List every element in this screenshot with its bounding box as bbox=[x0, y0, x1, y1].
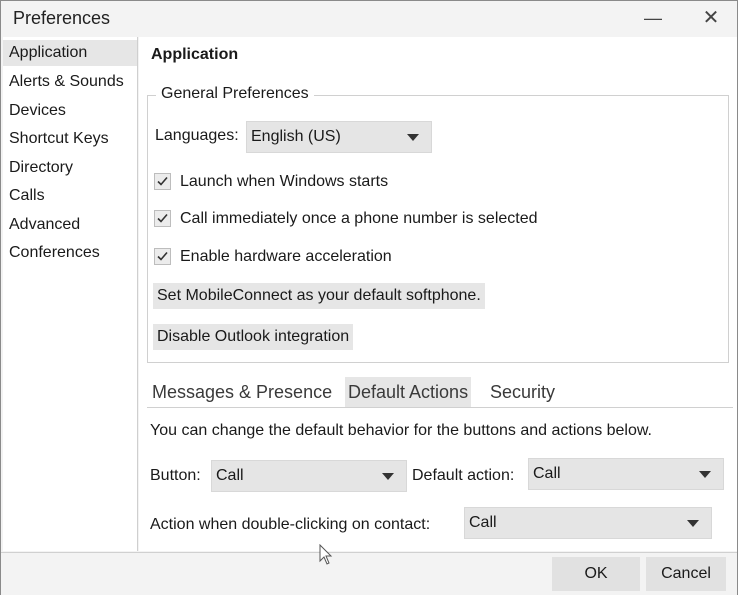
sidebar-item-directory[interactable]: Directory bbox=[3, 155, 137, 181]
settings-tabs: Messages & Presence Default Actions Secu… bbox=[147, 377, 733, 408]
page-title: Application bbox=[151, 46, 239, 63]
dialog-footer: OK Cancel bbox=[1, 552, 737, 595]
default-action-value: Call bbox=[533, 465, 561, 482]
chevron-down-icon bbox=[687, 520, 699, 527]
check-icon bbox=[157, 176, 168, 186]
checkbox-box[interactable] bbox=[154, 173, 171, 190]
chevron-down-icon bbox=[407, 134, 419, 141]
default-action-select[interactable]: Call bbox=[528, 458, 724, 490]
content-panel: Application General Preferences Language… bbox=[139, 37, 737, 551]
minimize-button[interactable]: — bbox=[633, 5, 673, 31]
close-button[interactable]: ✕ bbox=[691, 5, 731, 31]
default-actions-description: You can change the default behavior for … bbox=[150, 422, 652, 439]
cancel-button[interactable]: Cancel bbox=[646, 557, 726, 591]
check-icon bbox=[157, 251, 168, 261]
sidebar-item-application[interactable]: Application bbox=[3, 40, 137, 66]
button-label: Button: bbox=[150, 467, 201, 484]
sidebar-item-devices[interactable]: Devices bbox=[3, 98, 137, 124]
default-action-label: Default action: bbox=[412, 467, 515, 484]
disable-outlook-integration-button[interactable]: Disable Outlook integration bbox=[153, 324, 354, 350]
double-click-action-select[interactable]: Call bbox=[464, 507, 712, 539]
title-bar: Preferences — ✕ bbox=[1, 1, 737, 35]
checkbox-label: Launch when Windows starts bbox=[180, 173, 389, 190]
double-click-action-label: Action when double-clicking on contact: bbox=[150, 516, 431, 533]
checkbox-label: Call immediately once a phone number is … bbox=[180, 210, 538, 227]
check-icon bbox=[157, 213, 168, 223]
chevron-down-icon bbox=[699, 471, 711, 478]
preferences-window: Preferences — ✕ Application Alerts & Sou… bbox=[0, 0, 738, 595]
language-select[interactable]: English (US) bbox=[246, 121, 432, 153]
set-default-softphone-button[interactable]: Set MobileConnect as your default softph… bbox=[153, 283, 485, 309]
ok-button[interactable]: OK bbox=[552, 557, 640, 591]
group-title: General Preferences bbox=[156, 85, 314, 103]
checkbox-box[interactable] bbox=[154, 210, 171, 227]
language-value: English (US) bbox=[251, 128, 341, 145]
tab-default-actions[interactable]: Default Actions bbox=[345, 377, 472, 407]
sidebar-item-conferences[interactable]: Conferences bbox=[3, 240, 137, 266]
sidebar-item-shortcut-keys[interactable]: Shortcut Keys bbox=[3, 126, 137, 152]
tab-security[interactable]: Security bbox=[487, 377, 558, 407]
chevron-down-icon bbox=[382, 473, 394, 480]
tab-messages-presence[interactable]: Messages & Presence bbox=[149, 377, 335, 407]
button-select[interactable]: Call bbox=[211, 460, 407, 492]
checkbox-box[interactable] bbox=[154, 248, 171, 265]
sidebar-item-alerts-sounds[interactable]: Alerts & Sounds bbox=[3, 69, 137, 95]
button-value: Call bbox=[216, 467, 244, 484]
mouse-pointer-icon bbox=[319, 544, 333, 565]
double-click-action-value: Call bbox=[469, 514, 497, 531]
languages-label: Languages: bbox=[155, 127, 239, 144]
sidebar-item-calls[interactable]: Calls bbox=[3, 183, 137, 209]
checkbox-label: Enable hardware acceleration bbox=[180, 248, 392, 265]
sidebar: Application Alerts & Sounds Devices Shor… bbox=[3, 37, 138, 551]
sidebar-item-advanced[interactable]: Advanced bbox=[3, 212, 137, 238]
window-title: Preferences bbox=[13, 8, 111, 28]
